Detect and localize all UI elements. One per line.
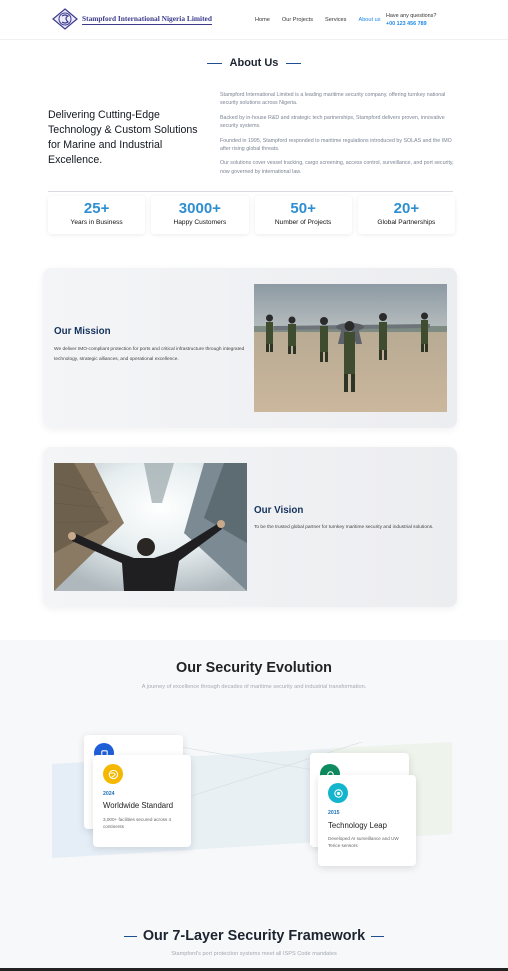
stat-card: 25+ Years in Business	[48, 196, 146, 234]
timeline-year: 2024	[103, 791, 115, 797]
stat-card: 3000+ Happy Customers	[151, 196, 249, 234]
timeline-title: Worldwide Standard	[103, 801, 174, 810]
stat-card: 20+ Global Partnerships	[357, 196, 455, 234]
stat-card: 50+ Number of Projects	[254, 196, 352, 234]
about-paragraph: Backed by in-house R&D and strategic tec…	[220, 114, 445, 130]
nav-our-projects[interactable]: Our Projects	[282, 17, 313, 23]
about-title: About Us	[229, 57, 279, 69]
timeline-year: 2015	[328, 810, 340, 816]
mission-card: Our Mission We deliver IMO-compliant pro…	[43, 268, 457, 428]
mission-text: We deliver IMO-compliant protection for …	[54, 347, 245, 362]
mission-title: Our Mission	[54, 326, 111, 337]
stat-label: Happy Customers	[173, 219, 227, 226]
timeline-desc: Developed AI surveillance and UW Terice …	[328, 836, 399, 849]
timeline-card-2015[interactable]: 2015 Technology Leap Developed AI survei…	[318, 775, 416, 866]
timeline-title: Technology Leap	[328, 821, 387, 830]
stat-value: 25+	[83, 200, 110, 217]
stat-label: Number of Projects	[274, 219, 332, 226]
about-paragraph: Founded in 1995, Stampford responded to …	[220, 137, 452, 153]
stat-value: 50+	[290, 200, 316, 217]
framework-heading: Our 7-Layer Security Framework	[0, 928, 508, 944]
heading-rule-right	[371, 935, 385, 937]
nav-about-us[interactable]: About us	[358, 17, 380, 23]
heading-rule-left	[123, 935, 137, 937]
nav-home[interactable]: Home	[255, 17, 270, 23]
about-paragraph: Stampford International Limited is a lea…	[220, 92, 446, 107]
about-paragraph: Our solutions cover vessel tracking, car…	[220, 160, 454, 175]
framework-subtitle: Stampford's port protection systems meet…	[171, 951, 337, 957]
evolution-subtitle: A journey of excellence through decades …	[141, 684, 367, 690]
framework-title: Our 7-Layer Security Framework	[142, 928, 366, 944]
logo-emblem-icon	[52, 8, 78, 30]
chip-icon	[328, 783, 348, 803]
stats-row: 25+ Years in Business 3000+ Happy Custom…	[48, 196, 455, 234]
stat-label: Global Partnerships	[377, 219, 436, 226]
main-nav: Home Our Projects Services About us	[255, 17, 393, 23]
globe-icon	[103, 764, 123, 784]
vision-title: Our Vision	[254, 505, 304, 516]
contact-question: Have any questions?	[386, 13, 437, 19]
timeline-desc: 3,000+ facilities secured across 4 conti…	[103, 817, 172, 830]
site-header: Stampford International Nigeria Limited …	[0, 0, 508, 40]
logo-text: Stampford International Nigeria Limited	[82, 13, 212, 25]
logo[interactable]: Stampford International Nigeria Limited	[52, 8, 212, 30]
contact-phone[interactable]: +00 123 456 789	[386, 21, 436, 27]
heading-rule-right	[286, 62, 302, 64]
drone-team-photo	[254, 284, 447, 412]
about-paragraphs: Stampford International Limited is a lea…	[220, 91, 455, 182]
heading-rule-left	[206, 62, 222, 64]
about-tagline: Delivering Cutting-Edge Technology & Cus…	[48, 109, 198, 166]
about-divider	[48, 191, 453, 192]
vision-card: Our Vision To be the trusted global part…	[43, 447, 457, 607]
timeline-card-2024[interactable]: 2024 Worldwide Standard 3,000+ facilitie…	[93, 755, 191, 847]
about-heading: About Us	[0, 57, 508, 69]
nav-services[interactable]: Services	[325, 17, 346, 23]
stat-value: 3000+	[178, 200, 221, 217]
stat-value: 20+	[393, 200, 420, 217]
businessman-city-photo	[54, 463, 247, 591]
header-contact: Have any questions? +00 123 456 789	[386, 13, 436, 27]
vision-text: To be the trusted global partner for tur…	[254, 525, 434, 530]
stat-label: Years in Business	[70, 219, 123, 226]
evolution-title: Our Security Evolution	[176, 660, 332, 676]
